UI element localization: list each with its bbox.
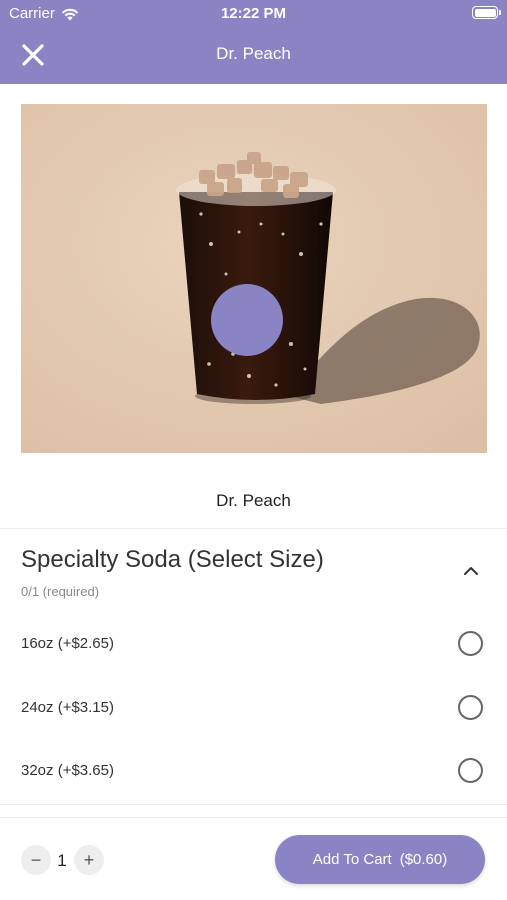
add-to-cart-label: Add To Cart: [312, 851, 392, 868]
battery-icon: [472, 6, 501, 19]
size-option-32oz[interactable]: 32oz (+$3.65): [0, 741, 507, 801]
divider: [0, 804, 507, 805]
app-header: Carrier 12:22 PM Dr. Peach: [0, 0, 507, 84]
radio-button[interactable]: [458, 695, 483, 720]
add-to-cart-price: ($0.60): [399, 851, 448, 868]
add-to-cart-button[interactable]: Add To Cart ($0.60): [275, 835, 485, 884]
decrement-button[interactable]: −: [21, 845, 51, 875]
page-title: Dr. Peach: [216, 44, 291, 63]
footer-divider: [0, 817, 507, 818]
option-label: 32oz (+$3.65): [21, 762, 114, 779]
radio-button[interactable]: [458, 631, 483, 656]
product-name: Dr. Peach: [216, 491, 291, 510]
option-label: 16oz (+$2.65): [21, 635, 114, 652]
status-time: 12:22 PM: [220, 5, 287, 22]
quantity-value: 1: [57, 851, 67, 870]
product-image: [21, 104, 487, 453]
status-bar: Carrier 12:22 PM: [0, 0, 507, 28]
option-group-title: Specialty Soda (Select Size): [21, 546, 324, 573]
increment-button[interactable]: +: [74, 845, 104, 875]
chevron-up-icon[interactable]: [460, 562, 482, 580]
option-label: 24oz (+$3.15): [21, 699, 114, 716]
radio-button[interactable]: [458, 758, 483, 783]
divider: [0, 528, 507, 529]
soda-cup-illustration: [21, 104, 487, 453]
option-group-requirement: 0/1 (required): [21, 584, 100, 599]
size-option-16oz[interactable]: 16oz (+$2.65): [0, 614, 507, 674]
size-option-24oz[interactable]: 24oz (+$3.15): [0, 678, 507, 738]
